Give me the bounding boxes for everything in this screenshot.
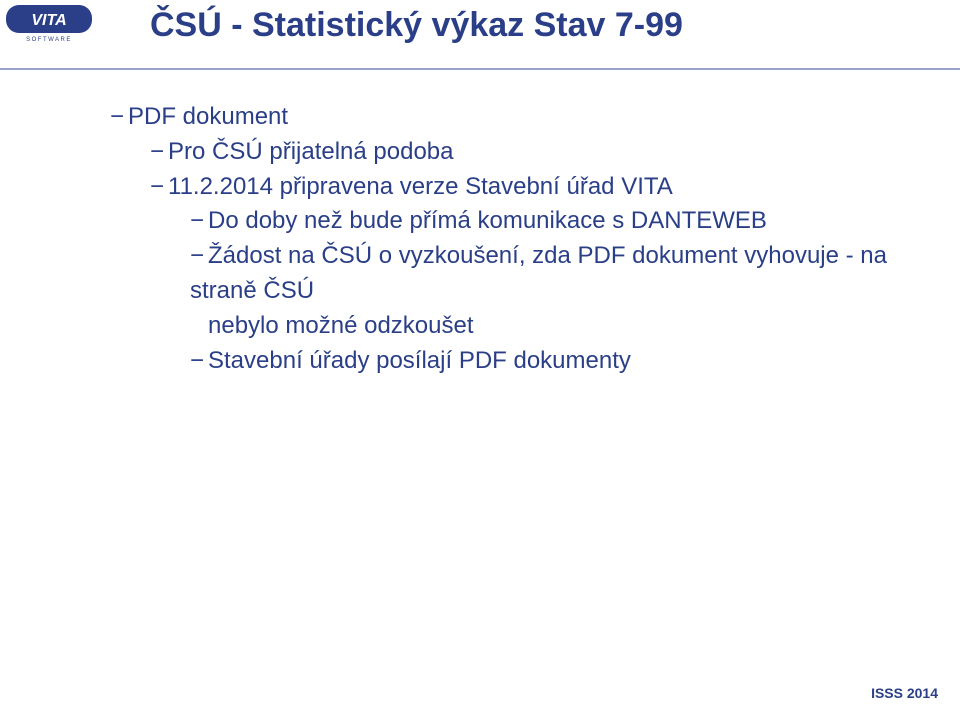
- dash-icon: −: [190, 204, 208, 239]
- dash-icon: −: [190, 344, 208, 379]
- bullet-l1: −PDF dokument: [110, 100, 930, 135]
- bullet-l3-cont: nebylo možné odzkoušet: [208, 309, 930, 344]
- vita-logo: VITA SOFTWARE: [6, 5, 92, 43]
- dash-icon: −: [150, 135, 168, 170]
- slide-footer: ISSS 2014: [871, 685, 938, 701]
- logo-sub-text: SOFTWARE: [26, 37, 72, 43]
- slide-title: ČSÚ - Statistický výkaz Stav 7-99: [150, 6, 683, 45]
- dash-icon: −: [110, 100, 128, 135]
- slide-header: VITA SOFTWARE ČSÚ - Statistický výkaz St…: [0, 0, 960, 70]
- bullet-text: Do doby než bude přímá komunikace s DANT…: [208, 207, 767, 234]
- bullet-text: Pro ČSÚ přijatelná podoba: [168, 138, 454, 165]
- bullet-l3: −Žádost na ČSÚ o vyzkoušení, zda PDF dok…: [190, 239, 930, 309]
- bullet-text: 11.2.2014 připravena verze Stavební úřad…: [168, 173, 673, 200]
- bullet-text: PDF dokument: [128, 103, 288, 130]
- bullet-text: Stavební úřady posílají PDF dokumenty: [208, 347, 631, 374]
- bullet-text: Žádost na ČSÚ o vyzkoušení, zda PDF doku…: [190, 242, 887, 304]
- dash-icon: −: [190, 239, 208, 274]
- logo-brand-text: VITA: [31, 12, 66, 29]
- slide-content: −PDF dokument −Pro ČSÚ přijatelná podoba…: [0, 70, 960, 378]
- bullet-l2: −11.2.2014 připravena verze Stavební úřa…: [150, 170, 930, 205]
- dash-icon: −: [150, 170, 168, 205]
- bullet-text: nebylo možné odzkoušet: [208, 312, 474, 339]
- bullet-l2: −Pro ČSÚ přijatelná podoba: [150, 135, 930, 170]
- bullet-l3: −Stavební úřady posílají PDF dokumenty: [190, 344, 930, 379]
- bullet-l3: −Do doby než bude přímá komunikace s DAN…: [190, 204, 930, 239]
